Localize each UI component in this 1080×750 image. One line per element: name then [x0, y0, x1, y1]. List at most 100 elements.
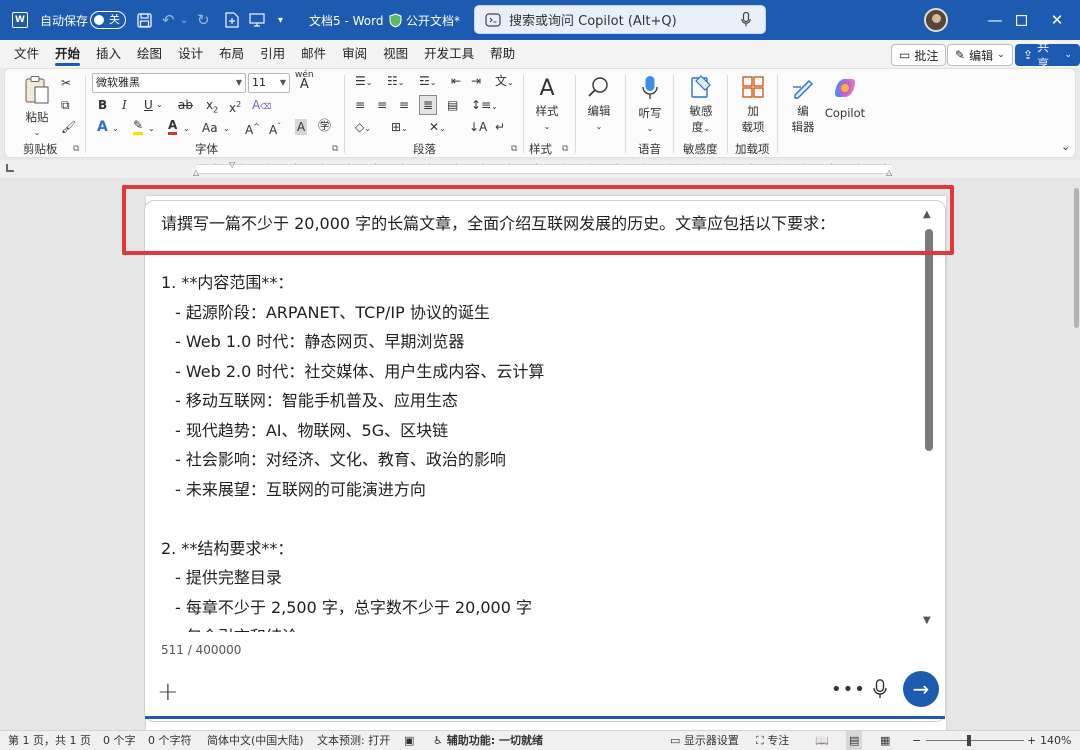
more-options-icon[interactable]: •••: [831, 679, 866, 700]
subscript-icon[interactable]: x2: [206, 97, 218, 118]
tab-design[interactable]: 设计: [170, 40, 211, 68]
comment-button[interactable]: ▭ 批注: [891, 44, 947, 66]
clipboard-launcher-icon[interactable]: ⧉: [73, 144, 79, 154]
microphone-icon[interactable]: [741, 11, 751, 30]
chevron-down-icon[interactable]: ⌄: [156, 97, 163, 113]
undo-icon[interactable]: ↶: [162, 0, 175, 40]
shrink-font-icon[interactable]: Aˇ: [269, 119, 281, 138]
chevron-down-icon[interactable]: ⌄: [223, 121, 230, 137]
cut-icon[interactable]: ✂: [61, 75, 71, 91]
zoom-in-icon[interactable]: +: [1027, 731, 1036, 750]
zoom-level[interactable]: 140%: [1040, 731, 1071, 750]
customize-toolbar-icon[interactable]: ▾: [278, 0, 283, 40]
macro-icon[interactable]: ▣: [404, 731, 414, 750]
zoom-slider-thumb[interactable]: [967, 735, 971, 746]
shading-icon[interactable]: ◇⌄: [355, 119, 371, 137]
right-indent-marker[interactable]: △: [886, 168, 892, 177]
increase-indent-icon[interactable]: ⇥: [471, 73, 481, 89]
autosave-toggle[interactable]: 关: [90, 0, 126, 40]
tab-selector-icon[interactable]: [6, 164, 14, 172]
left-indent-marker[interactable]: △: [193, 168, 199, 177]
grow-font-icon[interactable]: A^: [245, 119, 260, 138]
copilot-prompt-box[interactable]: 请撰写一篇不少于 20,000 字的长篇文章，全面介绍互联网发展的历史。文章应包…: [144, 200, 946, 722]
align-center-icon[interactable]: ≡: [377, 97, 387, 113]
tab-help[interactable]: 帮助: [482, 40, 523, 68]
chinese-layout-icon[interactable]: 文⌄: [495, 73, 514, 91]
scroll-down-icon[interactable]: ▼: [923, 615, 931, 626]
status-words[interactable]: 0 个字: [103, 731, 136, 750]
chevron-down-icon[interactable]: ⌄: [148, 121, 155, 137]
phonetic-guide-icon[interactable]: wén A: [295, 71, 314, 92]
tab-layout[interactable]: 布局: [211, 40, 252, 68]
numbering-icon[interactable]: ☷⌄: [387, 73, 404, 91]
print-layout-icon[interactable]: ▤: [846, 731, 863, 750]
bold-icon[interactable]: B: [98, 97, 107, 113]
sensitivity-label[interactable]: 公开文档*: [406, 0, 460, 40]
superscript-icon[interactable]: x2: [229, 97, 241, 116]
styles-button[interactable]: A 样式 ⌄: [529, 75, 565, 135]
new-document-icon[interactable]: [225, 0, 239, 40]
close-button[interactable]: ✕: [1034, 0, 1080, 40]
share-button[interactable]: ⇪ 共享 ⌄: [1015, 40, 1080, 71]
tab-insert[interactable]: 插入: [88, 40, 129, 68]
microphone-icon[interactable]: [873, 679, 887, 702]
format-painter-icon[interactable]: 🖌: [61, 119, 76, 135]
word-icon[interactable]: W: [12, 0, 28, 40]
font-size-combo[interactable]: 11 ▼: [248, 73, 290, 93]
zoom-out-icon[interactable]: −: [912, 731, 921, 750]
send-button[interactable]: →: [903, 671, 939, 707]
tab-review[interactable]: 审阅: [334, 40, 375, 68]
add-icon[interactable]: +: [157, 677, 179, 707]
prompt-scrollbar[interactable]: ▲ ▼: [923, 209, 935, 629]
present-icon[interactable]: [249, 0, 265, 40]
decrease-indent-icon[interactable]: ⇤: [451, 73, 461, 89]
redo-icon[interactable]: ↻: [197, 0, 210, 40]
collapse-ribbon-icon[interactable]: ⌄: [1061, 139, 1070, 155]
user-avatar[interactable]: [924, 8, 948, 32]
line-spacing-icon[interactable]: ↕≡⌄: [471, 97, 498, 115]
tab-view[interactable]: 视图: [375, 40, 416, 68]
paste-button[interactable]: 粘贴 ⌄: [19, 75, 55, 141]
character-shading-icon[interactable]: A: [295, 119, 308, 135]
font-launcher-icon[interactable]: ⧉: [332, 144, 338, 154]
tab-mailings[interactable]: 邮件: [293, 40, 334, 68]
web-layout-icon[interactable]: ▦: [880, 731, 890, 750]
dictate-button[interactable]: 听写 ⌄: [633, 75, 667, 137]
status-accessibility[interactable]: ♿ 辅助功能: 一切就绪: [433, 731, 543, 750]
font-name-combo[interactable]: 微软雅黑 ▼: [92, 73, 246, 93]
search-box[interactable]: 搜索或询问 Copilot (Alt+Q): [474, 5, 766, 34]
font-color-icon[interactable]: A: [168, 119, 178, 135]
chevron-down-icon[interactable]: ⌄: [112, 121, 119, 137]
borders-icon[interactable]: ⊞⌄: [391, 119, 408, 137]
multilevel-list-icon[interactable]: ☲⌄: [419, 73, 436, 91]
styles-launcher-icon[interactable]: ⧉: [562, 144, 568, 154]
tab-file[interactable]: 文件: [6, 40, 47, 68]
tab-home[interactable]: 开始: [47, 40, 88, 68]
italic-icon[interactable]: I: [122, 97, 127, 113]
editing-mode-button[interactable]: ✎ 编辑 ⌄: [947, 44, 1013, 66]
change-case-icon[interactable]: Aa: [202, 120, 218, 136]
document-scrollbar[interactable]: [1072, 178, 1080, 730]
enclose-characters-icon[interactable]: ㊫: [318, 119, 331, 135]
horizontal-ruler[interactable]: ▽ △ △ · · · · · · · · · · · · · · · · · · · · · · · · · ·: [0, 160, 1080, 178]
editor-button[interactable]: 编 辑器: [785, 75, 821, 135]
align-right-icon[interactable]: ≡: [399, 97, 409, 113]
status-chars[interactable]: 0 个字符: [148, 731, 192, 750]
bullets-icon[interactable]: ☰⌄: [355, 73, 372, 91]
tab-draw[interactable]: 绘图: [129, 40, 170, 68]
underline-icon[interactable]: U: [144, 97, 153, 113]
first-line-indent-marker[interactable]: ▽: [229, 160, 235, 169]
chevron-down-icon[interactable]: ⌄: [183, 121, 190, 137]
copy-icon[interactable]: ⧉: [61, 97, 70, 113]
sensitivity-button[interactable]: 敏感 度⌄: [683, 75, 719, 137]
editing-button[interactable]: 编辑 ⌄: [581, 75, 617, 135]
status-text-prediction[interactable]: 文本预测: 打开: [317, 731, 390, 750]
asian-layout-icon[interactable]: ✕⌄: [429, 119, 446, 137]
focus-mode[interactable]: ⛶ 专注: [756, 731, 789, 750]
scrollbar-thumb[interactable]: [1074, 188, 1079, 328]
status-language[interactable]: 简体中文(中国大陆): [207, 731, 304, 750]
addins-button[interactable]: 加 载项: [735, 75, 771, 135]
show-marks-icon[interactable]: ↵: [495, 119, 505, 135]
text-effects-icon[interactable]: A: [97, 119, 108, 135]
copilot-button[interactable]: Copilot: [823, 75, 867, 121]
